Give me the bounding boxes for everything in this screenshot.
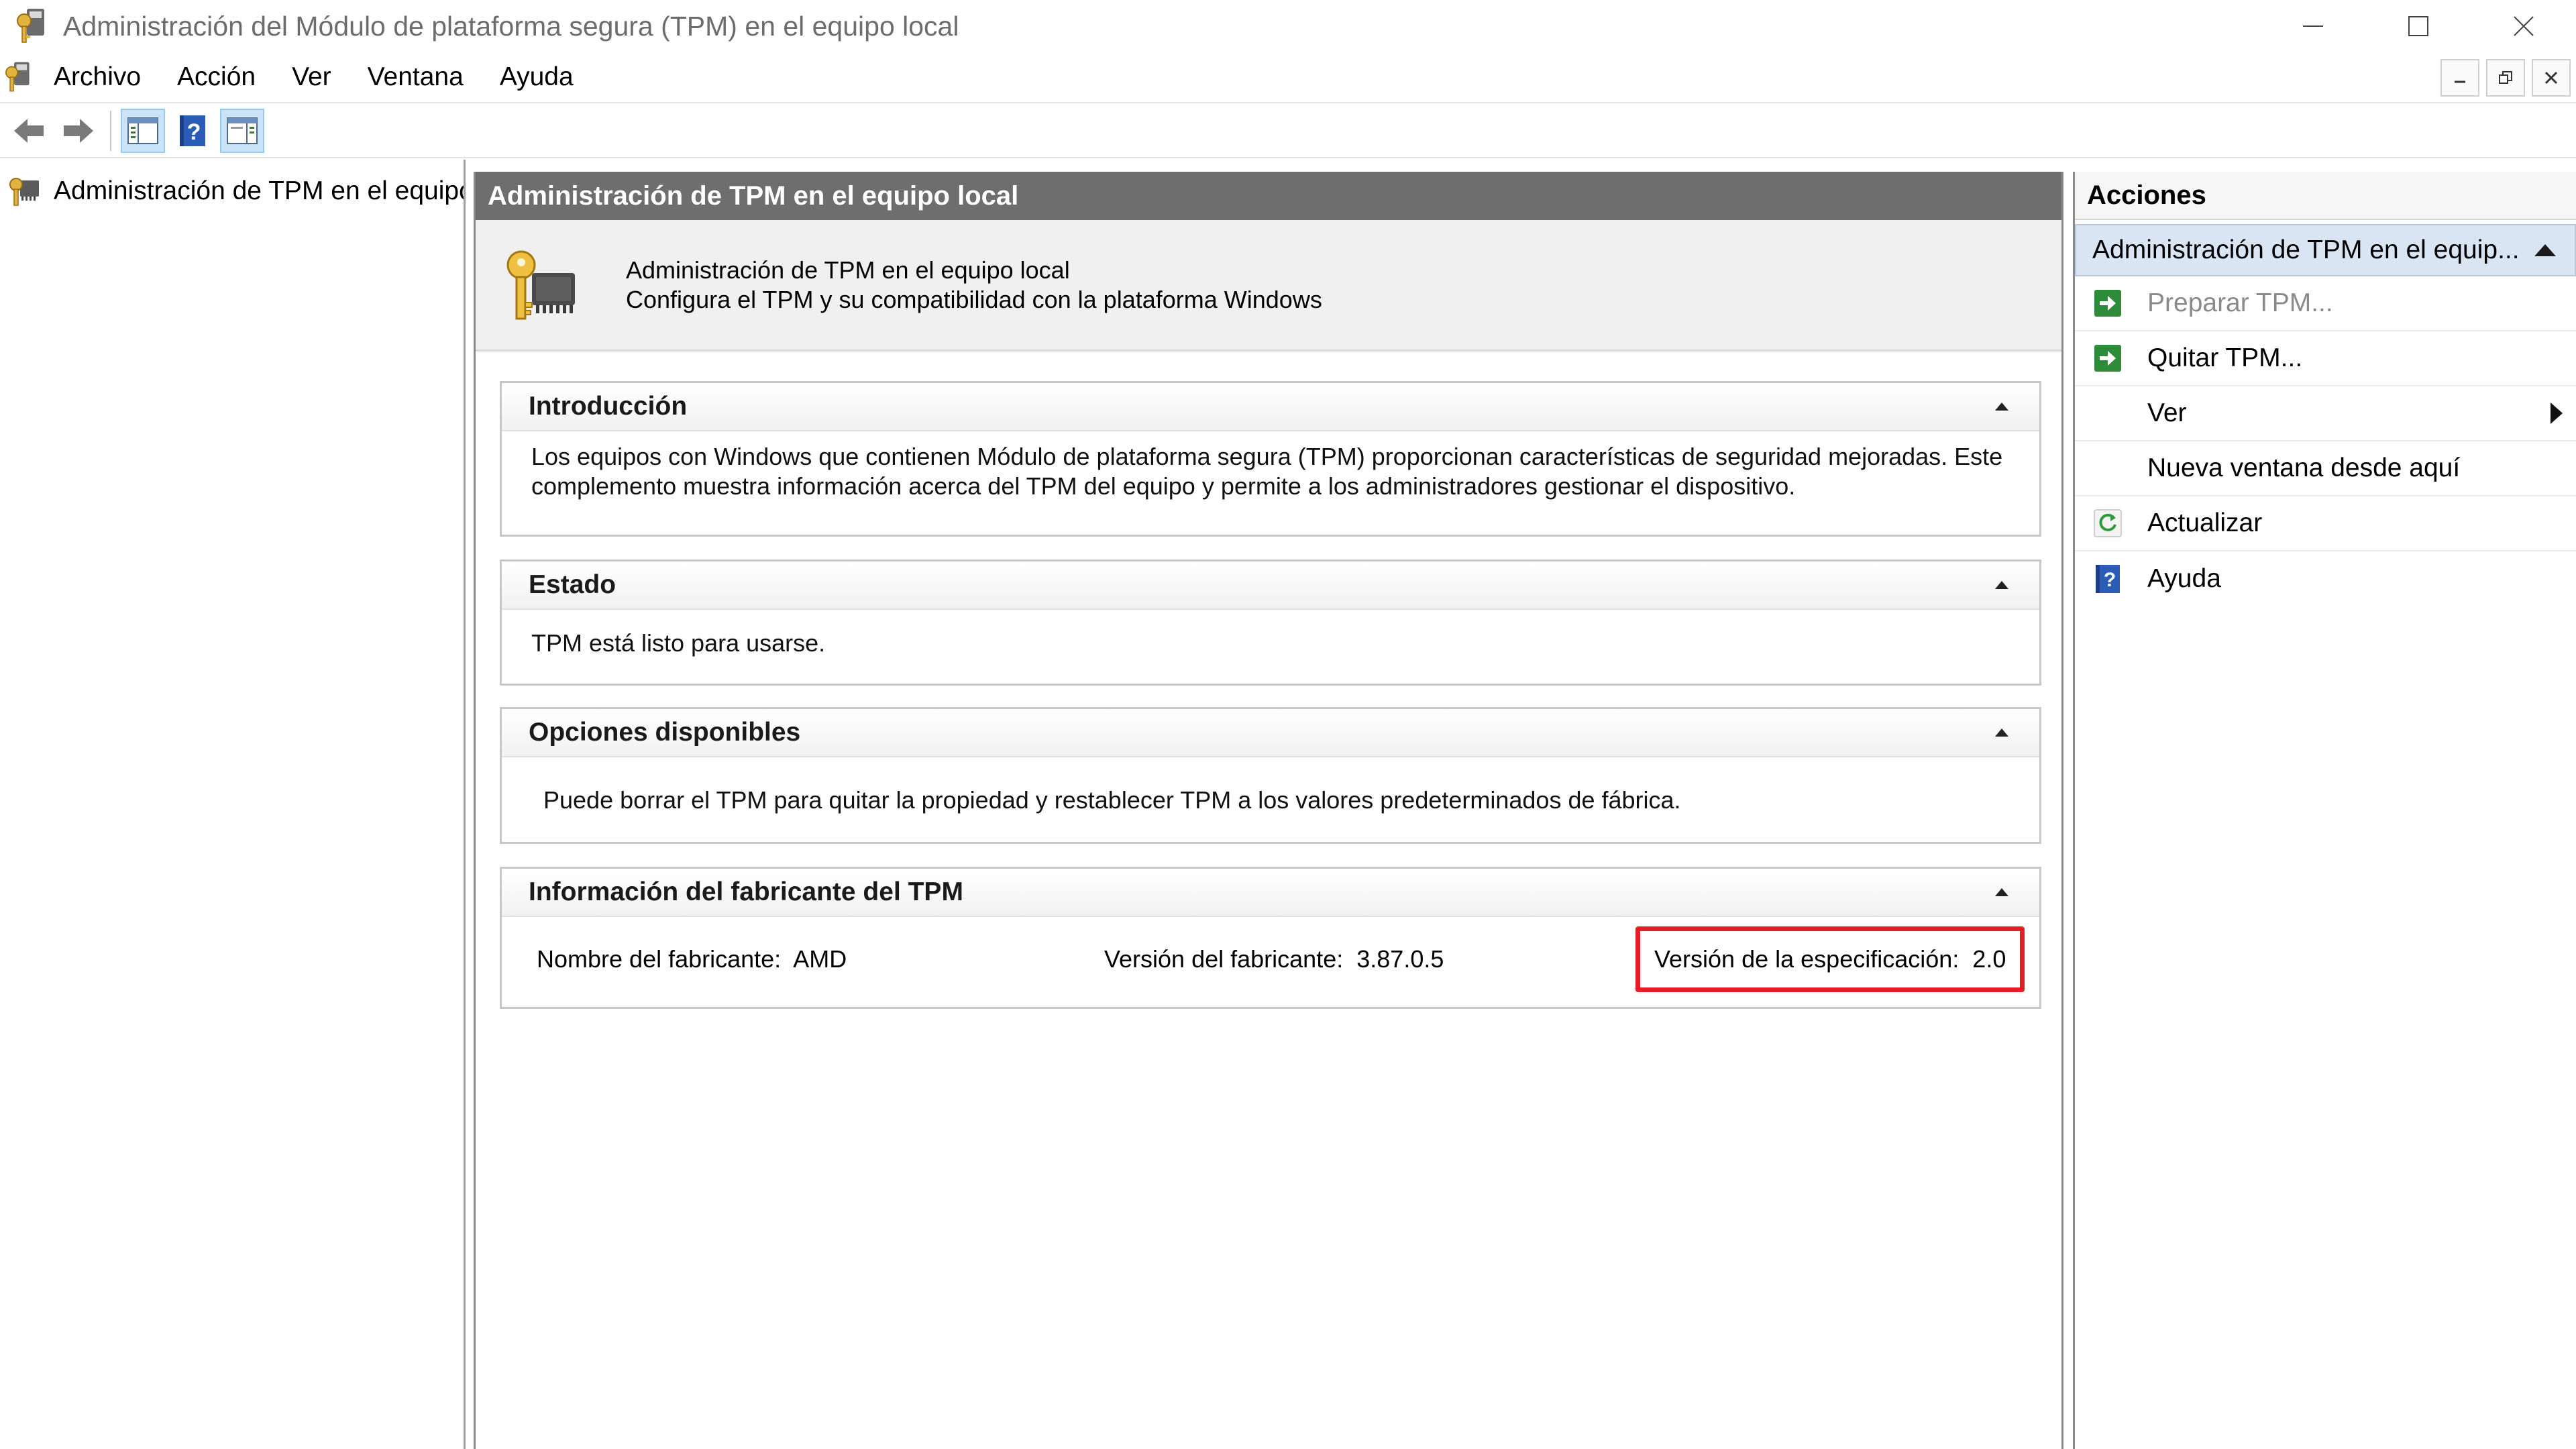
vendor-version-label: Versión del fabricante: <box>1104 945 1344 973</box>
title-bar: Administración del Módulo de plataforma … <box>0 0 2576 52</box>
options-text: Puede borrar el TPM para quitar la propi… <box>543 786 1681 814</box>
vendor-info-row: Nombre del fabricante: AMD Versión del f… <box>502 917 2039 1008</box>
snapin-banner: Administración de TPM en el equipo local… <box>476 220 2061 352</box>
action-label: Preparar TPM... <box>2147 288 2333 317</box>
manufacturer-field: Nombre del fabricante: AMD <box>537 945 847 973</box>
help-icon: ? <box>2091 562 2125 596</box>
forward-button[interactable] <box>56 109 101 153</box>
action-quitar-tpm[interactable]: Quitar TPM... <box>2075 331 2576 386</box>
menu-bar: Archivo Acción Ver Ventana Ayuda <box>0 52 2576 103</box>
action-preparar-tpm[interactable]: Preparar TPM... <box>2075 276 2576 331</box>
close-icon <box>2513 16 2534 36</box>
section-header[interactable]: Opciones disponibles <box>502 709 2039 757</box>
mdi-controls <box>2440 59 2571 97</box>
green-arrow-icon <box>2091 286 2125 320</box>
action-label: Quitar TPM... <box>2147 343 2303 372</box>
svg-text:?: ? <box>2104 569 2116 591</box>
menu-ayuda[interactable]: Ayuda <box>500 62 574 92</box>
forward-arrow-icon <box>64 119 93 143</box>
action-label: Actualizar <box>2147 508 2263 537</box>
results-pane: Administración de TPM en el equipo local… <box>474 172 2063 1449</box>
tpm-key-icon <box>9 178 39 206</box>
section-title: Opciones disponibles <box>529 718 801 747</box>
toolbar: ? <box>0 105 2576 158</box>
section-fabricante: Información del fabricante del TPM Nombr… <box>500 867 2041 1009</box>
minimize-icon <box>2302 25 2323 27</box>
mdi-minimize-button[interactable] <box>2440 59 2479 97</box>
section-opciones: Opciones disponibles Puede borrar el TPM… <box>500 707 2041 844</box>
section-text: Los equipos con Windows que contienen Mó… <box>531 443 2003 500</box>
show-hide-console-tree-button[interactable] <box>121 109 165 153</box>
vendor-version-field: Versión del fabricante: 3.87.0.5 <box>1104 945 1444 973</box>
refresh-icon <box>2091 506 2125 540</box>
menu-accion[interactable]: Acción <box>177 62 256 92</box>
submenu-arrow-icon <box>2551 402 2563 424</box>
collapse-icon[interactable] <box>1995 581 2008 589</box>
show-hide-console-tree-icon <box>127 117 158 144</box>
collapse-icon[interactable] <box>2534 244 2556 256</box>
close-button[interactable] <box>2471 0 2576 52</box>
spec-version-label: Versión de la especificación: <box>1654 945 1960 973</box>
manufacturer-label: Nombre del fabricante: <box>537 945 782 973</box>
section-title: Introducción <box>529 392 688 421</box>
tree-item-tpm-root[interactable]: Administración de TPM en el equipo local <box>0 170 464 212</box>
manufacturer-value: AMD <box>793 945 847 973</box>
pane-header: Administración de TPM en el equipo local <box>476 172 2061 220</box>
collapse-icon[interactable] <box>1995 402 2008 411</box>
action-ver[interactable]: Ver <box>2075 386 2576 441</box>
restore-icon <box>2499 71 2512 84</box>
minimize-icon <box>2455 80 2465 83</box>
help-icon: ? <box>180 115 205 146</box>
banner-subtitle: Configura el TPM y su compatibilidad con… <box>626 285 1322 313</box>
window-controls <box>2260 0 2576 52</box>
action-label: Ayuda <box>2147 564 2221 593</box>
collapse-icon[interactable] <box>1995 729 2008 737</box>
menu-ventana[interactable]: Ventana <box>368 62 464 92</box>
console-tree: Administración de TPM en el equipo local <box>0 160 466 1449</box>
section-title: Estado <box>529 570 616 599</box>
mdi-restore-button[interactable] <box>2486 59 2525 97</box>
maximize-button[interactable] <box>2365 0 2471 52</box>
svg-text:?: ? <box>187 119 201 145</box>
vendor-version-value: 3.87.0.5 <box>1356 945 1444 973</box>
status-text: TPM está listo para usarse. <box>531 629 826 657</box>
show-hide-action-pane-button[interactable] <box>220 109 264 153</box>
mdi-close-button[interactable] <box>2532 59 2571 97</box>
section-introduccion: Introducción Los equipos con Windows que… <box>500 381 2041 537</box>
action-ayuda[interactable]: ? Ayuda <box>2075 551 2576 606</box>
toolbar-separator <box>110 111 111 151</box>
spec-version-value: 2.0 <box>1972 945 2006 973</box>
action-nueva-ventana[interactable]: Nueva ventana desde aquí <box>2075 441 2576 496</box>
maximize-icon <box>2408 16 2428 36</box>
actions-pane: Acciones Administración de TPM en el equ… <box>2073 172 2576 1449</box>
tpm-key-chip-icon <box>506 250 575 319</box>
menu-ver[interactable]: Ver <box>292 62 331 92</box>
action-label: Nueva ventana desde aquí <box>2147 453 2461 482</box>
green-arrow-icon <box>2091 341 2125 375</box>
spec-version-field: Versión de la especificación: 2.0 <box>1654 945 2006 973</box>
menu-archivo[interactable]: Archivo <box>54 62 141 92</box>
banner-title: Administración de TPM en el equipo local <box>626 256 1070 284</box>
show-hide-action-pane-icon <box>227 117 258 144</box>
collapse-icon[interactable] <box>1995 888 2008 896</box>
actions-group-label: Administración de TPM en el equip... <box>2092 235 2520 264</box>
tree-item-label: Administración de TPM en el equipo local <box>54 176 464 205</box>
help-button[interactable]: ? <box>170 109 215 153</box>
section-header[interactable]: Información del fabricante del TPM <box>502 869 2039 917</box>
section-estado: Estado TPM está listo para usarse. <box>500 559 2041 686</box>
action-actualizar[interactable]: Actualizar <box>2075 496 2576 551</box>
section-header[interactable]: Introducción <box>502 383 2039 431</box>
tpm-key-icon <box>17 9 44 43</box>
back-arrow-icon <box>14 119 44 143</box>
window-title: Administración del Módulo de plataforma … <box>63 10 959 42</box>
actions-title: Acciones <box>2075 172 2576 220</box>
actions-group-header[interactable]: Administración de TPM en el equip... <box>2075 224 2576 276</box>
action-label: Ver <box>2147 398 2187 427</box>
section-title: Información del fabricante del TPM <box>529 877 963 906</box>
back-button[interactable] <box>7 109 51 153</box>
tpm-key-icon[interactable] <box>1 60 36 95</box>
minimize-button[interactable] <box>2260 0 2365 52</box>
close-icon <box>2544 71 2558 85</box>
section-header[interactable]: Estado <box>502 561 2039 610</box>
